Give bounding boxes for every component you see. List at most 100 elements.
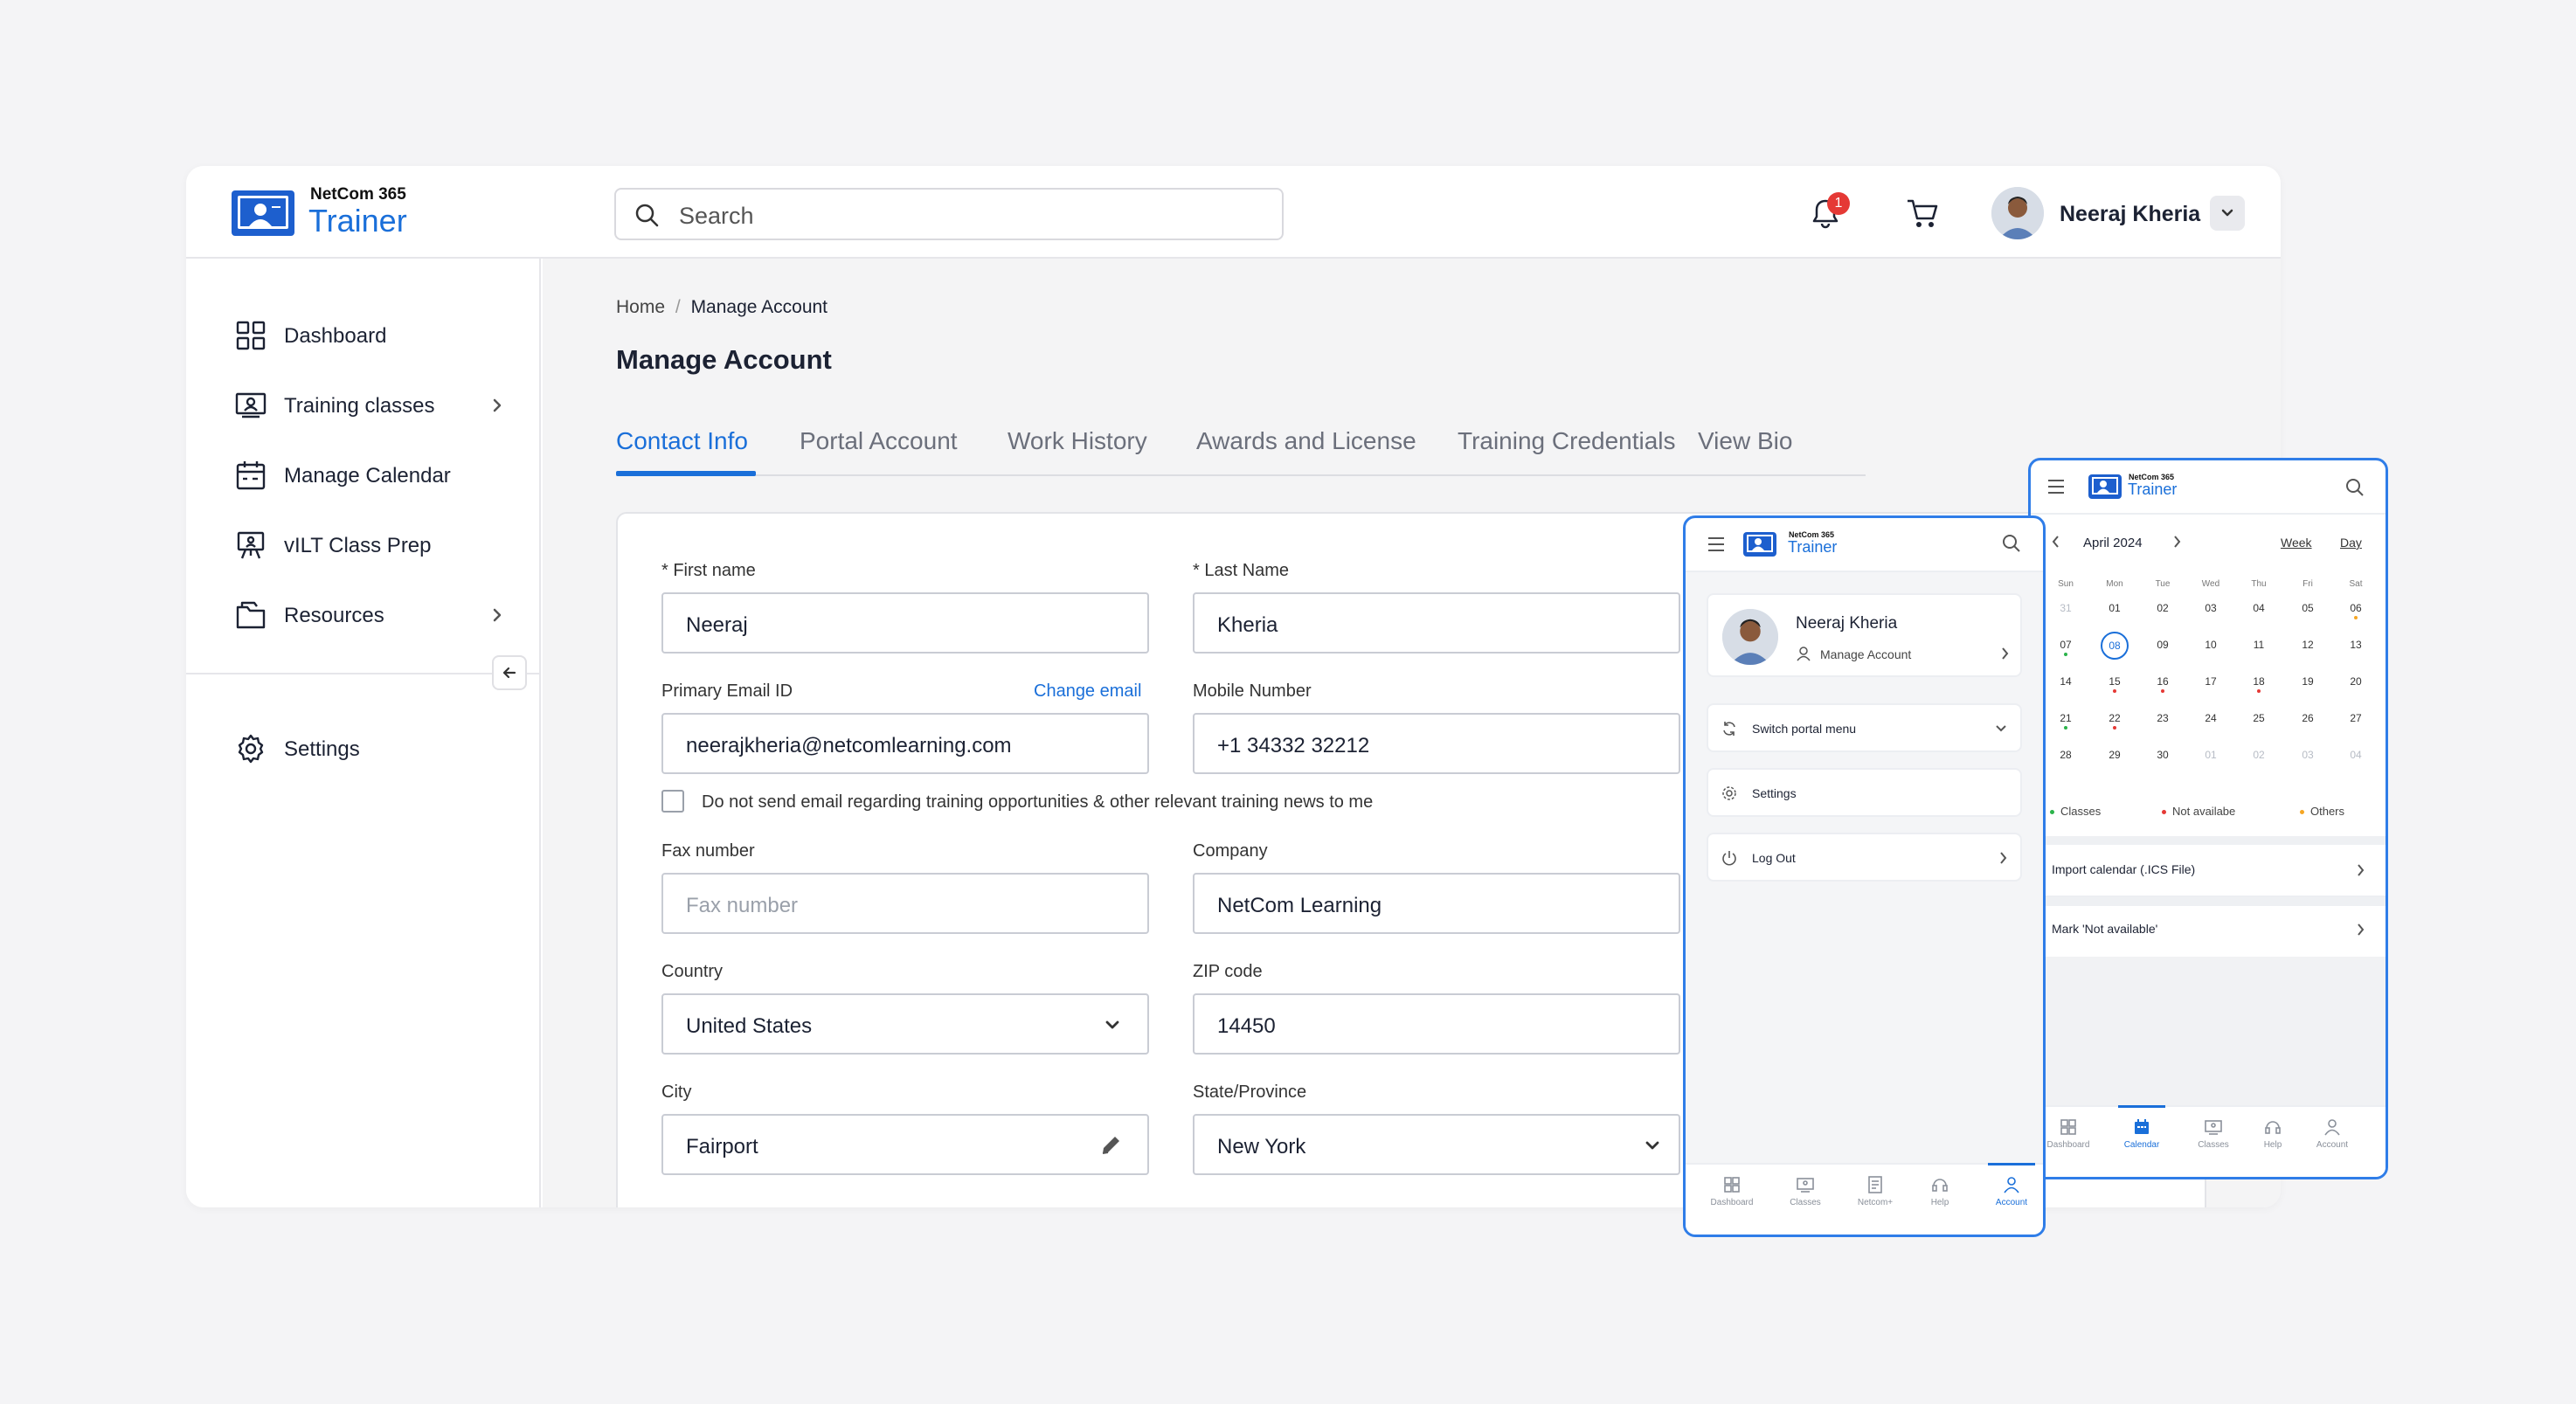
tab-view-bio[interactable]: View Bio	[1698, 427, 1792, 455]
state-select[interactable]: New York	[1193, 1114, 1680, 1175]
nav-item-account[interactable]: Account	[2302, 1107, 2363, 1177]
sidebar-item-vilt-class-prep[interactable]: vILT Class Prep	[235, 524, 506, 566]
tab-awards-license[interactable]: Awards and License	[1196, 427, 1416, 455]
city-value: Fairport	[686, 1135, 758, 1158]
nav-item-netcom[interactable]: Netcom+	[1845, 1165, 1906, 1235]
calendar-day[interactable]: 04	[2241, 602, 2276, 614]
calendar-day[interactable]: 07	[2048, 639, 2083, 651]
last-name-input[interactable]: Kheria	[1193, 592, 1680, 654]
calendar-day[interactable]: 22	[2097, 712, 2132, 724]
pencil-icon[interactable]	[1098, 1131, 1125, 1158]
calendar-day[interactable]: 27	[2338, 712, 2373, 724]
calendar-day[interactable]: 01	[2097, 602, 2132, 614]
notification-button[interactable]: 1	[1808, 192, 1852, 236]
calendar-day[interactable]: 20	[2338, 675, 2373, 688]
calendar-day[interactable]: 04	[2338, 749, 2373, 761]
calendar-day[interactable]: 01	[2193, 749, 2228, 761]
sidebar-item-resources[interactable]: Resources	[235, 594, 506, 636]
nav-item-help[interactable]: Help	[2242, 1107, 2303, 1177]
mark-not-available-row[interactable]: Mark 'Not available'	[2031, 906, 2386, 957]
sidebar-item-dashboard[interactable]: Dashboard	[235, 315, 506, 356]
calendar-day[interactable]: 28	[2048, 749, 2083, 761]
sidebar-item-settings[interactable]: Settings	[235, 728, 506, 770]
nav-item-dashboard[interactable]: Dashboard	[2038, 1107, 2099, 1177]
chevron-right-icon	[493, 608, 502, 622]
search-input[interactable]: Search	[614, 188, 1284, 240]
collapse-sidebar-button[interactable]	[492, 655, 527, 690]
sidebar-item-manage-calendar[interactable]: Manage Calendar	[235, 454, 506, 496]
calendar-day[interactable]: 02	[2145, 602, 2180, 614]
import-calendar-row[interactable]: Import calendar (.ICS File)	[2031, 845, 2386, 897]
calendar-day[interactable]: 26	[2290, 712, 2325, 724]
tab-portal-account[interactable]: Portal Account	[800, 427, 958, 455]
city-input[interactable]: Fairport	[661, 1114, 1149, 1175]
brand-logo[interactable]: NetCom 365 Trainer	[232, 183, 433, 241]
notification-badge: 1	[1827, 192, 1850, 215]
country-select[interactable]: United States	[661, 993, 1149, 1055]
calendar-day[interactable]: 11	[2241, 639, 2276, 651]
search-icon[interactable]	[2002, 534, 2021, 553]
calendar-day[interactable]: 09	[2145, 639, 2180, 651]
calendar-day[interactable]: 05	[2290, 602, 2325, 614]
nav-item-calendar[interactable]: Calendar	[2111, 1105, 2172, 1177]
fax-input[interactable]: Fax number	[661, 873, 1149, 934]
active-indicator	[2118, 1105, 2165, 1108]
calendar-day[interactable]: 12	[2290, 639, 2325, 651]
sidebar-divider	[186, 673, 541, 674]
tab-contact-info[interactable]: Contact Info	[616, 427, 748, 455]
calendar-day[interactable]: 13	[2338, 639, 2373, 651]
tab-work-history[interactable]: Work History	[1008, 427, 1147, 455]
sidebar-item-training-classes[interactable]: Training classes	[235, 384, 506, 426]
calendar-day[interactable]: 30	[2145, 749, 2180, 761]
change-email-link[interactable]: Change email	[1034, 681, 1141, 702]
calendar-day[interactable]: 14	[2048, 675, 2083, 688]
settings-menu-item[interactable]: Settings	[1707, 768, 2022, 817]
zip-input[interactable]: 14450	[1193, 993, 1680, 1055]
nav-item-classes[interactable]: Classes	[2183, 1107, 2244, 1177]
calendar-day[interactable]: 19	[2290, 675, 2325, 688]
chevron-right-icon	[2358, 864, 2365, 876]
sidebar-item-label: Dashboard	[284, 324, 387, 348]
calendar-day[interactable]: 18	[2241, 675, 2276, 688]
presentation-icon	[235, 392, 267, 418]
log-out-menu-item[interactable]: Log Out	[1707, 833, 2022, 882]
switch-portal-menu-item[interactable]: Switch portal menu	[1707, 703, 2022, 752]
user-dropdown-button[interactable]	[2210, 196, 2245, 231]
logo-icon	[232, 190, 294, 236]
calendar-day[interactable]: 06	[2338, 602, 2373, 614]
calendar-day[interactable]: 15	[2097, 675, 2132, 688]
calendar-day[interactable]: 21	[2048, 712, 2083, 724]
nav-item-help[interactable]: Help	[1909, 1165, 1970, 1235]
sidebar-item-label: vILT Class Prep	[284, 534, 432, 557]
hamburger-menu-icon[interactable]	[1707, 536, 1726, 553]
calendar-day[interactable]: 16	[2145, 675, 2180, 688]
calendar-day[interactable]: 25	[2241, 712, 2276, 724]
netcom-icon	[1866, 1175, 1885, 1194]
email-input[interactable]: neerajkheria@netcomlearning.com	[661, 713, 1149, 774]
user-menu[interactable]: Neeraj Kheria	[1991, 185, 2245, 241]
calendar-day[interactable]: 02	[2241, 749, 2276, 761]
event-dot	[2354, 616, 2358, 619]
calendar-day-selected[interactable]: 08	[2101, 632, 2129, 660]
nav-label: Dashboard	[2046, 1140, 2090, 1150]
company-input[interactable]: NetCom Learning	[1193, 873, 1680, 934]
calendar-day[interactable]: 24	[2193, 712, 2228, 724]
calendar-day[interactable]: 23	[2145, 712, 2180, 724]
nav-item-account[interactable]: Account	[1981, 1163, 2042, 1235]
profile-card[interactable]: Neeraj Kheria Manage Account	[1707, 593, 2022, 677]
calendar-day[interactable]: 31	[2048, 602, 2083, 614]
cart-icon[interactable]	[1904, 196, 1941, 232]
optout-checkbox[interactable]	[661, 790, 684, 813]
tab-training-credentials[interactable]: Training Credentials	[1458, 427, 1676, 455]
calendar-day[interactable]: 10	[2193, 639, 2228, 651]
nav-item-dashboard[interactable]: Dashboard	[1701, 1165, 1762, 1235]
manage-account-link[interactable]: Manage Account	[1820, 647, 1911, 661]
mobile-input[interactable]: +1 34332 32212	[1193, 713, 1680, 774]
calendar-day[interactable]: 29	[2097, 749, 2132, 761]
calendar-day[interactable]: 03	[2193, 602, 2228, 614]
calendar-day[interactable]: 17	[2193, 675, 2228, 688]
calendar-day[interactable]: 03	[2290, 749, 2325, 761]
nav-item-classes[interactable]: Classes	[1775, 1165, 1836, 1235]
first-name-input[interactable]: Neeraj	[661, 592, 1149, 654]
nav-label: Account	[1995, 1198, 2028, 1207]
